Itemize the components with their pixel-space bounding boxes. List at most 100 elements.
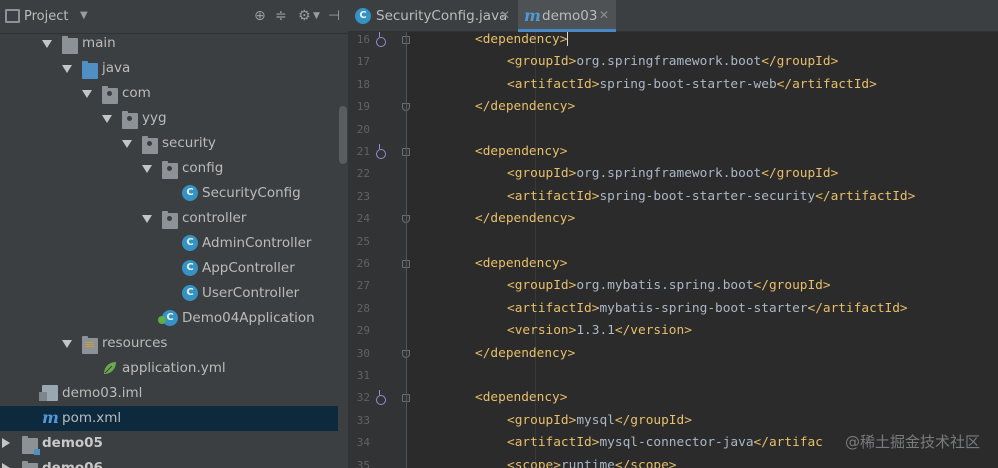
code-line[interactable]: <dependency> bbox=[475, 32, 569, 51]
tree-item[interactable]: demo03.iml bbox=[0, 381, 338, 406]
editor-tab-bar: C SecurityConfig.java ✕ m demo03 ✕ bbox=[348, 0, 998, 32]
code-line[interactable]: </dependency> bbox=[475, 96, 575, 118]
tree-item-label: yyg bbox=[142, 110, 167, 126]
tree-item-label: demo05 bbox=[42, 435, 103, 451]
collapse-arrow-icon[interactable] bbox=[142, 215, 152, 223]
tree-item[interactable]: security bbox=[0, 131, 338, 156]
package-icon bbox=[102, 86, 118, 104]
line-number: 21 bbox=[356, 145, 370, 158]
line-number: 34 bbox=[356, 436, 370, 450]
xml-tag: <dependency> bbox=[475, 32, 568, 47]
line-number: 29 bbox=[356, 324, 370, 338]
tab-security-config[interactable]: C SecurityConfig.java ✕ bbox=[348, 0, 516, 32]
iml-file-icon bbox=[39, 385, 58, 401]
expand-arrow-icon[interactable] bbox=[2, 438, 10, 448]
tree-item[interactable]: m pom.xml bbox=[0, 406, 338, 431]
code-line[interactable]: <groupId>org.springframework.boot</group… bbox=[507, 163, 838, 185]
collapse-arrow-icon[interactable] bbox=[142, 165, 152, 173]
tab-label: SecurityConfig.java bbox=[376, 8, 508, 24]
close-icon[interactable]: ✕ bbox=[599, 8, 609, 22]
xml-tag: <groupId> bbox=[507, 54, 577, 70]
collapse-arrow-icon[interactable] bbox=[62, 340, 72, 348]
dependency-marker-icon[interactable] bbox=[376, 32, 386, 47]
tree-item-label: security bbox=[162, 135, 216, 151]
code-line[interactable]: <groupId>mysql</groupId> bbox=[507, 410, 692, 432]
tree-item[interactable]: demo05 bbox=[0, 431, 338, 456]
tree-item[interactable]: C UserController bbox=[0, 281, 338, 306]
tab-demo03[interactable]: m demo03 ✕ bbox=[518, 0, 616, 32]
xml-tag: </groupId> bbox=[614, 412, 692, 428]
collapse-arrow-icon[interactable] bbox=[122, 140, 132, 148]
tree-item[interactable]: com bbox=[0, 81, 338, 106]
code-line[interactable]: <artifactId>mysql-connector-java</artifa… bbox=[507, 432, 823, 454]
xml-tag: <version> bbox=[507, 323, 577, 339]
dependency-marker-icon[interactable] bbox=[376, 390, 386, 406]
code-line[interactable]: <dependency> bbox=[475, 253, 567, 275]
code-line[interactable]: <artifactId>spring-boot-starter-security… bbox=[507, 186, 915, 208]
spring-boot-class-icon: C bbox=[158, 310, 178, 326]
tree-item[interactable]: C AppController bbox=[0, 256, 338, 281]
code-line[interactable]: <dependency> bbox=[475, 387, 567, 409]
hide-panel-icon[interactable]: ⊣ bbox=[328, 7, 340, 25]
collapse-arrow-icon[interactable] bbox=[42, 40, 52, 48]
code-line[interactable]: <artifactId>mybatis-spring-boot-starter<… bbox=[507, 298, 908, 320]
close-icon[interactable]: ✕ bbox=[500, 8, 510, 22]
tree-item-label: controller bbox=[182, 210, 247, 226]
code-area[interactable]: <dependency> <groupId>org.springframework… bbox=[407, 32, 998, 468]
xml-tag: </version> bbox=[614, 323, 692, 339]
tree-item[interactable]: C Demo04Application bbox=[0, 306, 338, 331]
code-line[interactable]: </dependency> bbox=[475, 208, 575, 230]
chevron-down-icon[interactable]: ▼ bbox=[80, 7, 88, 25]
tree-item[interactable]: yyg bbox=[0, 106, 338, 131]
xml-tag: <groupId> bbox=[507, 166, 577, 182]
expand-arrow-icon[interactable] bbox=[2, 463, 10, 468]
text-caret bbox=[567, 32, 569, 46]
code-line[interactable]: </dependency> bbox=[475, 343, 575, 365]
tree-item[interactable]: application.yml bbox=[0, 356, 338, 381]
project-view-icon[interactable] bbox=[5, 9, 20, 23]
line-number: 23 bbox=[356, 189, 370, 203]
code-line[interactable]: <groupId>org.mybatis.spring.boot</groupI… bbox=[507, 275, 831, 297]
code-line[interactable]: <scope>runtime</scope> bbox=[507, 455, 677, 468]
collapse-all-icon[interactable]: ≑ bbox=[275, 7, 287, 25]
tree-item[interactable]: java bbox=[0, 56, 338, 81]
collapse-arrow-icon[interactable] bbox=[82, 90, 92, 98]
tree-item-label: AdminController bbox=[202, 235, 312, 251]
dependency-marker-icon[interactable] bbox=[376, 144, 386, 159]
project-title[interactable]: Project bbox=[24, 9, 68, 24]
xml-text: spring-boot-starter-security bbox=[599, 188, 816, 204]
tree-item[interactable]: C SecurityConfig bbox=[0, 181, 338, 206]
xml-tag: </artifactId> bbox=[815, 188, 916, 204]
xml-text: org.springframework.boot bbox=[576, 166, 762, 182]
tree-item[interactable]: resources bbox=[0, 331, 338, 356]
xml-tag: <dependency> bbox=[475, 144, 568, 159]
locate-icon[interactable]: ⊕ bbox=[254, 7, 266, 25]
tree-item[interactable]: main bbox=[0, 31, 338, 56]
xml-text: mysql bbox=[576, 412, 615, 428]
code-line[interactable]: <version>1.3.1</version> bbox=[507, 320, 692, 342]
project-tool-window: Project ▼ ⊕ ≑ ⚙ ▼ ⊣ main java com yyg securi… bbox=[0, 0, 348, 468]
line-number: 27 bbox=[356, 279, 370, 293]
xml-tag: <scope> bbox=[507, 457, 561, 468]
module-icon bbox=[22, 461, 38, 468]
code-line[interactable]: <dependency> bbox=[475, 141, 567, 163]
collapse-arrow-icon[interactable] bbox=[102, 115, 112, 123]
tree-item[interactable]: config bbox=[0, 156, 338, 181]
code-line[interactable]: <artifactId>spring-boot-starter-web</art… bbox=[507, 74, 877, 96]
watermark: @稀土掘金技术社区 bbox=[844, 433, 980, 451]
tree-item[interactable]: demo06 bbox=[0, 456, 338, 468]
chevron-down-icon[interactable]: ▼ bbox=[313, 7, 320, 25]
line-number: 32 bbox=[356, 391, 370, 405]
code-line[interactable]: <groupId>org.springframework.boot</group… bbox=[507, 51, 838, 73]
xml-text: mybatis-spring-boot-starter bbox=[599, 300, 808, 316]
tree-item[interactable]: C AdminController bbox=[0, 231, 338, 256]
xml-tag: </artifactId> bbox=[807, 300, 908, 316]
package-icon bbox=[162, 211, 178, 229]
collapse-arrow-icon[interactable] bbox=[62, 65, 72, 73]
project-tree-scrollbar[interactable] bbox=[338, 34, 348, 468]
scrollbar-thumb[interactable] bbox=[339, 106, 347, 164]
line-number: 19 bbox=[356, 100, 370, 114]
tab-label: demo03 bbox=[542, 8, 598, 24]
tree-item[interactable]: controller bbox=[0, 206, 338, 231]
gear-icon[interactable]: ⚙ bbox=[298, 7, 311, 25]
